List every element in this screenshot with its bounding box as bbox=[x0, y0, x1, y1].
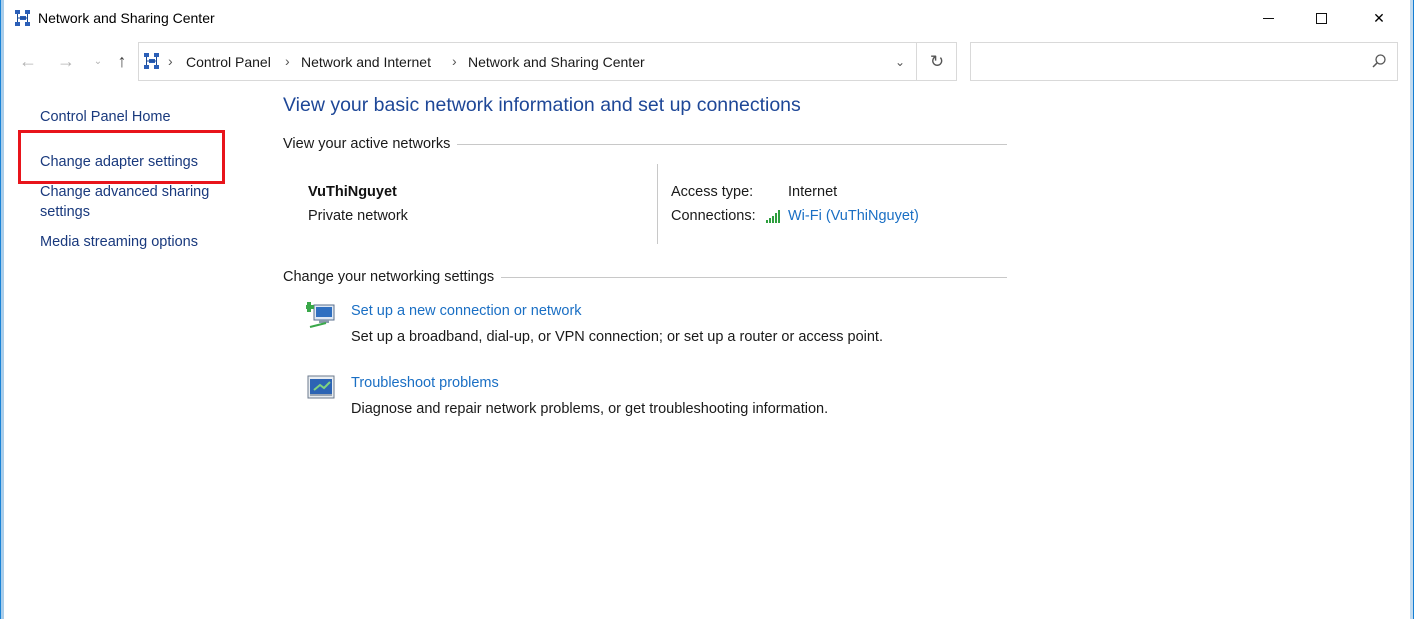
up-arrow-icon: ↑ bbox=[117, 50, 127, 71]
troubleshoot-icon bbox=[307, 375, 335, 399]
search-icon bbox=[1372, 54, 1386, 68]
window-right-edge bbox=[1410, 0, 1414, 619]
breadcrumb-network-and-internet[interactable]: Network and Internet bbox=[301, 54, 431, 70]
breadcrumb-separator: › bbox=[168, 53, 173, 69]
section-divider bbox=[457, 143, 1007, 145]
breadcrumb-control-panel[interactable]: Control Panel bbox=[186, 54, 271, 70]
sidebar-item-media-streaming-options[interactable]: Media streaming options bbox=[40, 232, 198, 252]
title-bar: Network and Sharing Center ✕ bbox=[1, 0, 1414, 38]
network-sharing-icon bbox=[15, 10, 30, 26]
highlight-annotation-box bbox=[18, 130, 225, 184]
sidebar-item-change-advanced-sharing-settings[interactable]: Change advanced sharing settings bbox=[40, 182, 230, 222]
breadcrumb-separator[interactable]: › bbox=[285, 53, 290, 69]
page-title: View your basic network information and … bbox=[283, 94, 801, 116]
wifi-signal-icon bbox=[766, 210, 780, 223]
maximize-icon bbox=[1315, 12, 1327, 24]
minimize-button[interactable] bbox=[1245, 0, 1291, 36]
network-type: Private network bbox=[308, 208, 408, 224]
maximize-button[interactable] bbox=[1298, 0, 1344, 36]
window-title: Network and Sharing Center bbox=[38, 10, 215, 26]
troubleshoot-problems-link[interactable]: Troubleshoot problems bbox=[351, 375, 499, 391]
section-divider bbox=[501, 276, 1007, 278]
address-dropdown-button[interactable]: ⌄ bbox=[883, 43, 917, 80]
back-button[interactable]: ← bbox=[17, 48, 39, 74]
setup-new-connection-link[interactable]: Set up a new connection or network bbox=[351, 303, 582, 319]
up-button[interactable]: ↑ bbox=[111, 48, 133, 74]
back-arrow-icon: ← bbox=[19, 50, 37, 71]
setup-new-connection-description: Set up a broadband, dial-up, or VPN conn… bbox=[351, 329, 883, 345]
new-connection-icon bbox=[306, 302, 335, 328]
sidebar-item-control-panel-home[interactable]: Control Panel Home bbox=[40, 107, 171, 127]
access-type-value: Internet bbox=[788, 184, 838, 200]
search-input[interactable] bbox=[970, 42, 1398, 81]
access-type-label: Access type: bbox=[671, 184, 754, 200]
networking-settings-heading-text: Change your networking settings bbox=[283, 269, 495, 285]
window-left-edge bbox=[1, 0, 4, 619]
refresh-icon: ↻ bbox=[929, 51, 945, 71]
active-networks-heading-text: View your active networks bbox=[283, 136, 451, 152]
close-icon: ✕ bbox=[1373, 9, 1385, 26]
recent-locations-button[interactable]: ⌄ bbox=[87, 48, 109, 74]
breadcrumb-network-and-sharing-center[interactable]: Network and Sharing Center bbox=[468, 54, 645, 70]
forward-arrow-icon: → bbox=[57, 50, 75, 71]
refresh-button[interactable]: ↻ bbox=[916, 43, 957, 80]
networking-settings-heading: Change your networking settings bbox=[283, 269, 1007, 285]
network-info-divider bbox=[657, 164, 658, 244]
active-networks-heading: View your active networks bbox=[283, 136, 1007, 152]
chevron-down-icon: ⌄ bbox=[894, 54, 906, 69]
chevron-down-icon: ⌄ bbox=[93, 55, 103, 67]
troubleshoot-problems-description: Diagnose and repair network problems, or… bbox=[351, 401, 829, 417]
breadcrumb-separator[interactable]: › bbox=[452, 53, 457, 69]
minimize-icon bbox=[1262, 17, 1274, 19]
address-bar[interactable]: › Control Panel › Network and Internet ›… bbox=[138, 42, 957, 81]
network-name: VuThiNguyet bbox=[308, 184, 397, 200]
network-sharing-icon bbox=[144, 53, 159, 69]
connections-label: Connections: bbox=[671, 208, 756, 224]
window: Network and Sharing Center ✕ ← → ⌄ ↑ › C… bbox=[0, 0, 1414, 619]
close-button[interactable]: ✕ bbox=[1356, 0, 1402, 36]
wifi-connection-link[interactable]: Wi-Fi (VuThiNguyet) bbox=[788, 208, 919, 224]
forward-button[interactable]: → bbox=[55, 48, 77, 74]
